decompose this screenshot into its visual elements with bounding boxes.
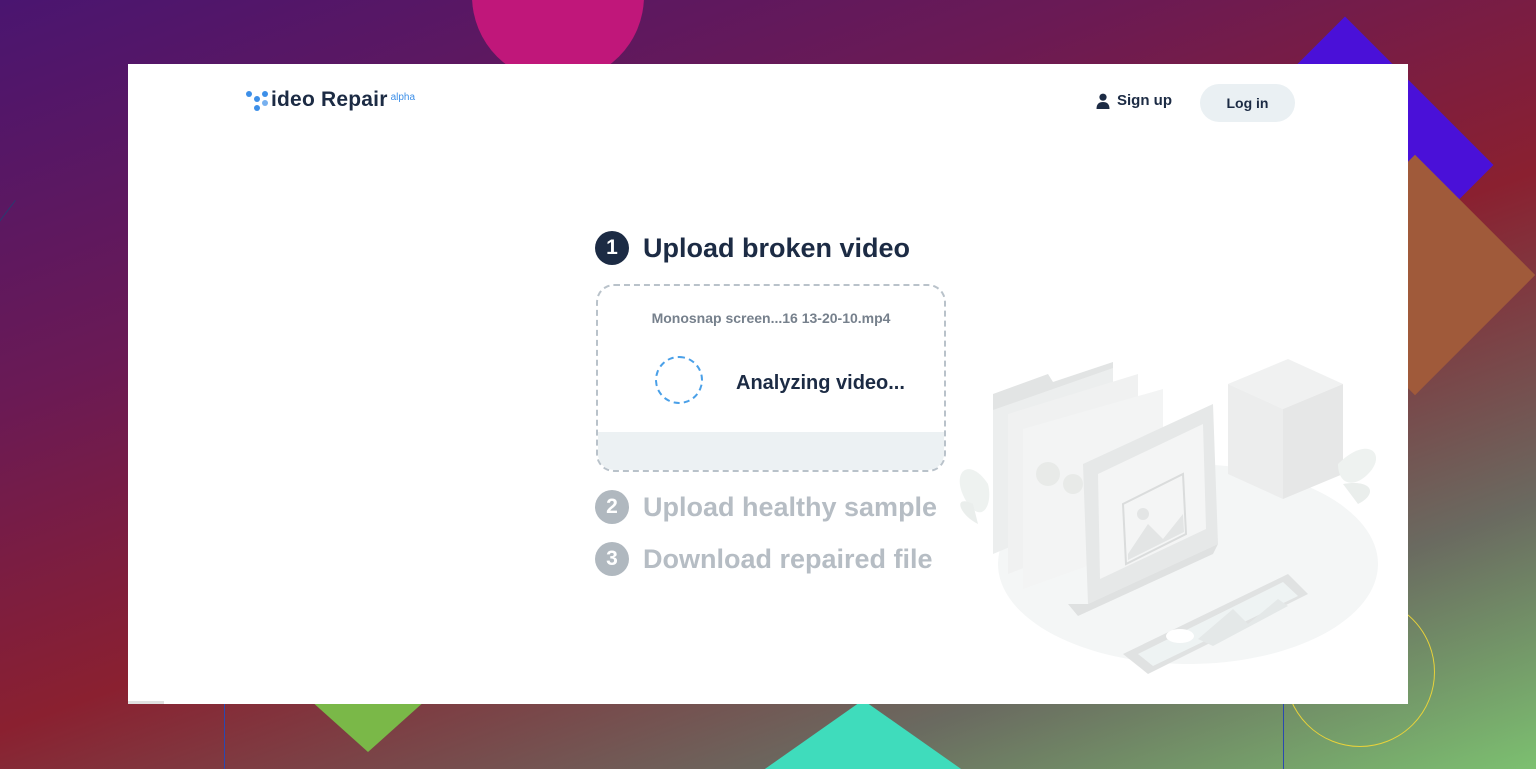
background-shape — [310, 700, 426, 752]
background-line — [224, 700, 225, 769]
step-upload-healthy: 2 Upload healthy sample — [595, 490, 937, 524]
log-in-button[interactable]: Log in — [1200, 84, 1295, 122]
background-line — [1283, 700, 1284, 769]
progress-track — [598, 432, 944, 470]
step-label: Upload broken video — [643, 232, 911, 263]
corner-tab — [128, 701, 164, 704]
analysis-status: Analyzing video... — [736, 372, 905, 394]
app-logo[interactable]: ideo Repair alpha — [246, 88, 415, 114]
logo-text: ideo Repair — [271, 88, 388, 111]
step-label: Download repaired file — [643, 543, 933, 574]
upload-dropzone[interactable]: Monosnap screen...16 13-20-10.mp4 Analyz… — [596, 284, 946, 472]
loading-spinner-icon — [655, 356, 703, 404]
step-number: 1 — [595, 231, 629, 265]
background-shape — [735, 700, 991, 769]
video-repair-logo-icon — [246, 90, 270, 114]
step-upload-broken: 1 Upload broken video — [595, 231, 910, 265]
background-line — [0, 200, 16, 353]
step-number: 2 — [595, 490, 629, 524]
step-download-repaired: 3 Download repaired file — [595, 542, 933, 576]
logo-badge: alpha — [390, 92, 416, 103]
user-icon — [1096, 93, 1110, 109]
file-name: Monosnap screen...16 13-20-10.mp4 — [651, 310, 891, 326]
sign-up-label: Sign up — [1117, 92, 1172, 109]
step-label: Upload healthy sample — [643, 491, 938, 522]
sign-up-link[interactable]: Sign up — [1096, 92, 1172, 109]
files-laptop-illustration — [959, 359, 1378, 674]
browser-page: ideo Repair alpha Sign up Log in 1 Uploa… — [128, 64, 1408, 704]
step-number: 3 — [595, 542, 629, 576]
log-in-label: Log in — [1226, 95, 1269, 111]
